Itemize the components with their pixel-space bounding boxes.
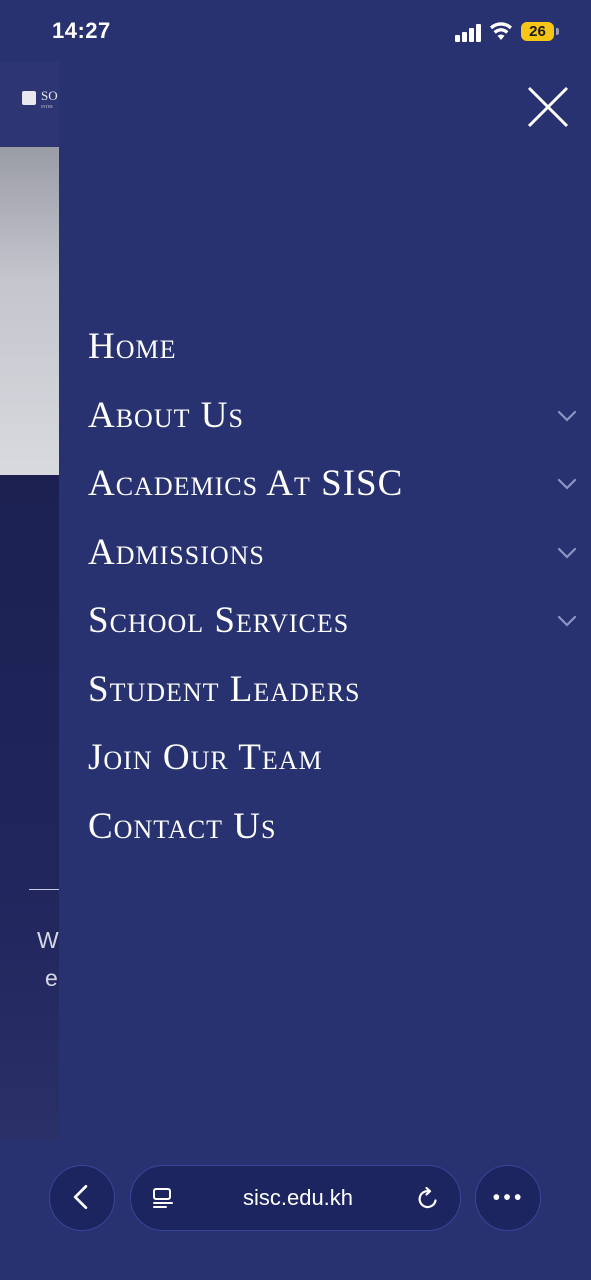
screen: SO INTER W e 14:27 26 Home About Us Acad… <box>0 0 591 1280</box>
battery-icon: 26 <box>521 22 559 42</box>
background-divider <box>29 889 59 890</box>
background-partial-text: e <box>45 965 58 991</box>
status-time: 14:27 <box>52 18 111 43</box>
reload-icon[interactable] <box>415 1186 441 1212</box>
battery-tip <box>556 28 559 35</box>
address-bar[interactable]: sisc.edu.kh <box>130 1165 461 1231</box>
menu-item-label: Contact Us <box>88 806 277 847</box>
back-chevron-icon <box>73 1185 88 1210</box>
menu-item-label: Home <box>88 326 177 367</box>
background-dark-section <box>0 475 59 1140</box>
menu-item-contact-us[interactable]: Contact Us <box>88 802 578 852</box>
background-logo-text: SO <box>41 88 58 103</box>
chevron-down-icon[interactable] <box>556 542 578 564</box>
menu-item-admissions[interactable]: Admissions <box>88 528 578 578</box>
menu-item-about-us[interactable]: About Us <box>88 391 578 441</box>
battery-level: 26 <box>521 22 554 41</box>
menu-item-academics[interactable]: Academics At SISC <box>88 459 578 509</box>
menu-item-label: Academics At SISC <box>88 463 404 504</box>
menu-item-label: Admissions <box>88 532 265 573</box>
chevron-down-icon[interactable] <box>556 473 578 495</box>
menu-item-label: Student Leaders <box>88 669 361 710</box>
menu-item-student-leaders[interactable]: Student Leaders <box>88 665 578 715</box>
background-partial-text: W <box>37 927 59 953</box>
reader-mode-icon[interactable] <box>151 1186 175 1210</box>
chevron-down-icon[interactable] <box>556 405 578 427</box>
back-button[interactable] <box>49 1165 115 1231</box>
menu-item-home[interactable]: Home <box>88 322 578 372</box>
menu-item-label: About Us <box>88 395 244 436</box>
more-options-button[interactable] <box>475 1165 541 1231</box>
background-page-header: SO INTER <box>0 62 59 147</box>
url-text: sisc.edu.kh <box>242 1185 354 1210</box>
menu-item-label: Join Our Team <box>88 737 323 778</box>
chevron-down-icon[interactable] <box>556 610 578 632</box>
wifi-icon <box>490 22 512 40</box>
background-page: SO INTER W e <box>0 62 59 1140</box>
close-icon[interactable] <box>525 84 571 130</box>
signal-icon <box>455 24 483 42</box>
background-logo-subtext: INTER <box>41 104 53 109</box>
menu-item-join-our-team[interactable]: Join Our Team <box>88 733 578 783</box>
status-bar: 14:27 26 <box>0 0 591 62</box>
background-hero-image <box>0 147 59 475</box>
menu-item-label: School Services <box>88 600 350 641</box>
more-dots-icon <box>493 1194 521 1200</box>
menu-item-school-services[interactable]: School Services <box>88 596 578 646</box>
school-logo-icon <box>22 91 36 105</box>
